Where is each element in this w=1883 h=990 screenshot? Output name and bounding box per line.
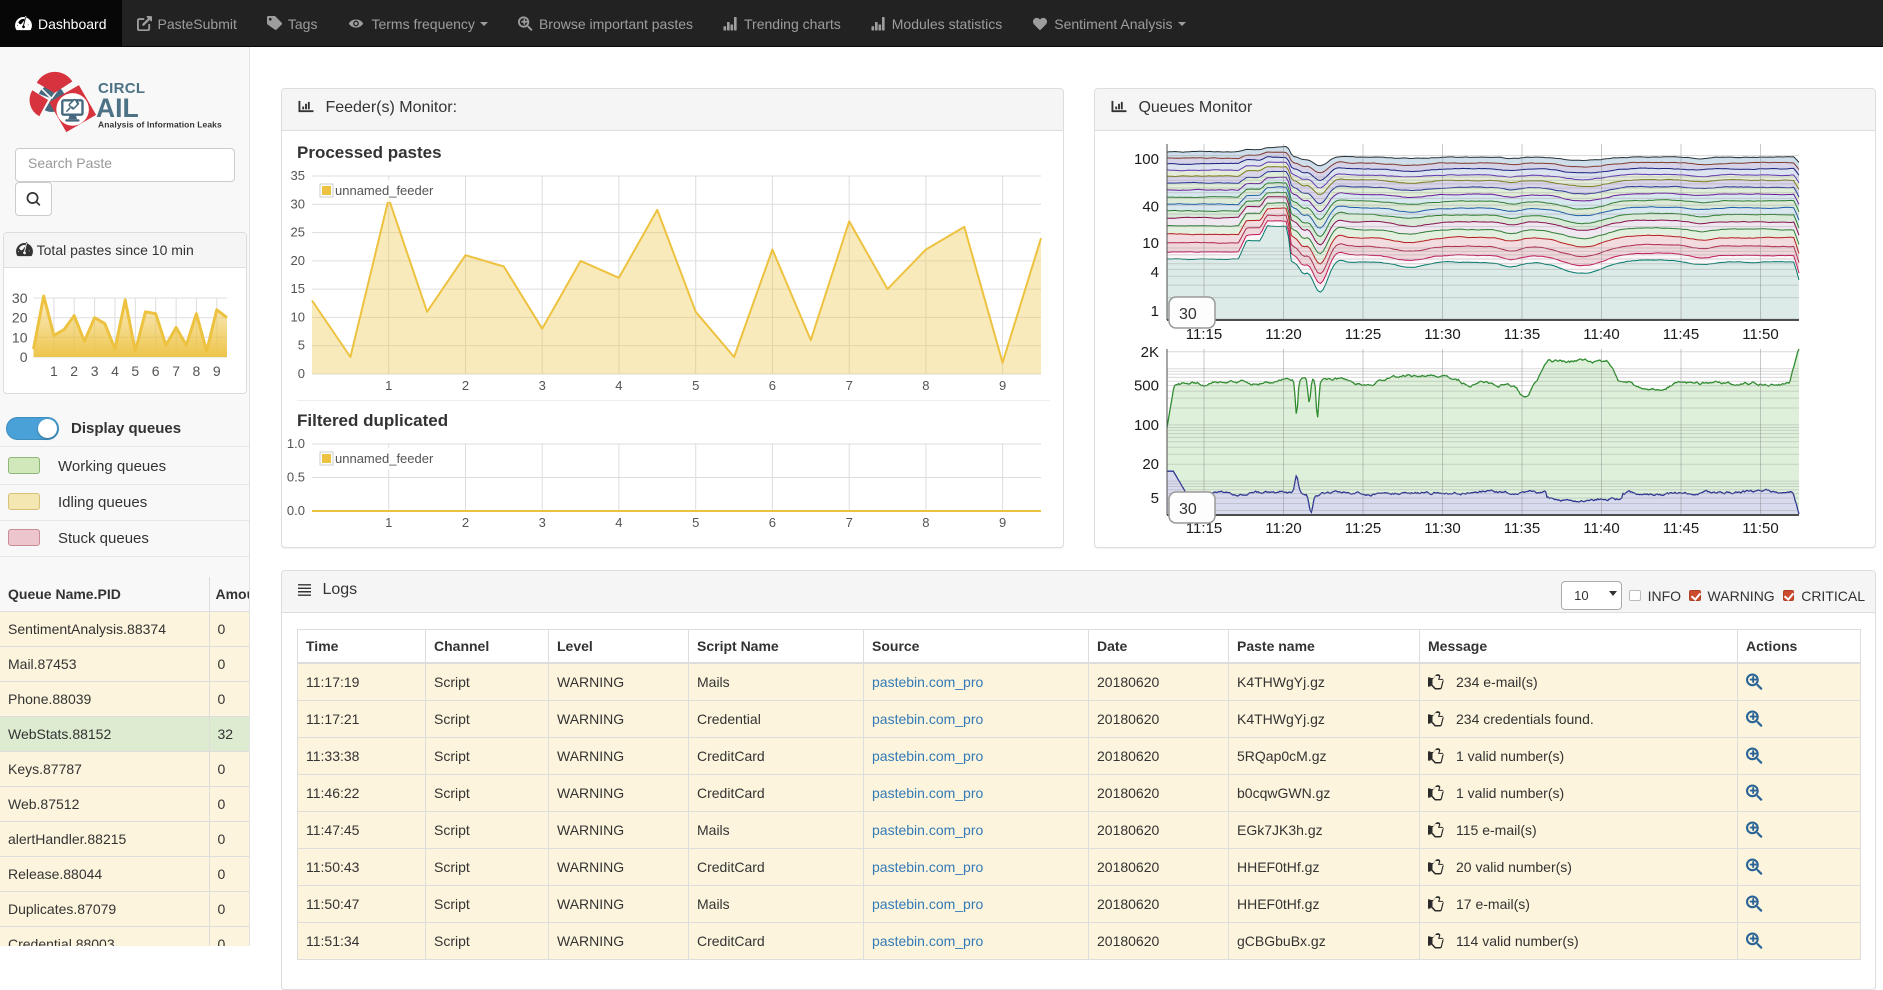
svg-text:10: 10 [291, 309, 305, 324]
svg-text:40: 40 [1142, 199, 1159, 216]
svg-text:0.5: 0.5 [287, 470, 305, 485]
svg-text:11:45: 11:45 [1663, 326, 1699, 341]
svg-text:11:25: 11:25 [1345, 326, 1381, 341]
svg-text:1: 1 [385, 515, 392, 530]
svg-text:unnamed_feeder: unnamed_feeder [335, 183, 434, 198]
svg-text:11:50: 11:50 [1742, 520, 1778, 537]
svg-text:100: 100 [1134, 151, 1159, 168]
svg-text:4: 4 [1151, 264, 1159, 281]
svg-text:9: 9 [999, 378, 1006, 393]
svg-text:9: 9 [999, 515, 1006, 530]
svg-text:0.0: 0.0 [287, 503, 305, 518]
svg-text:10: 10 [12, 329, 28, 345]
svg-text:11:30: 11:30 [1424, 520, 1460, 537]
svg-text:35: 35 [291, 168, 305, 183]
svg-text:6: 6 [769, 378, 776, 393]
svg-text:11:35: 11:35 [1504, 520, 1540, 537]
svg-text:10: 10 [1142, 235, 1159, 252]
svg-text:4: 4 [615, 378, 622, 393]
svg-text:11:20: 11:20 [1265, 520, 1301, 537]
svg-text:7: 7 [846, 515, 853, 530]
svg-text:3: 3 [539, 515, 546, 530]
svg-text:0: 0 [20, 349, 28, 365]
svg-text:30: 30 [12, 290, 28, 306]
svg-text:500: 500 [1134, 378, 1159, 395]
svg-text:7: 7 [172, 363, 180, 379]
svg-text:30: 30 [1179, 501, 1197, 518]
svg-text:unnamed_feeder: unnamed_feeder [335, 451, 434, 466]
svg-text:1: 1 [1151, 303, 1159, 320]
svg-text:20: 20 [291, 253, 305, 268]
svg-text:11:20: 11:20 [1265, 326, 1301, 341]
svg-text:7: 7 [846, 378, 853, 393]
svg-text:11:35: 11:35 [1504, 326, 1540, 341]
svg-text:6: 6 [152, 363, 160, 379]
svg-text:Analysis of Information Leaks: Analysis of Information Leaks [98, 120, 222, 130]
svg-text:20: 20 [1142, 456, 1159, 473]
svg-text:0: 0 [298, 366, 305, 381]
svg-text:5: 5 [1151, 490, 1159, 507]
svg-text:30: 30 [1179, 306, 1197, 323]
svg-text:5: 5 [131, 363, 139, 379]
svg-text:5: 5 [298, 338, 305, 353]
svg-text:11:45: 11:45 [1663, 520, 1699, 537]
svg-text:11:25: 11:25 [1345, 520, 1381, 537]
svg-text:20: 20 [12, 310, 28, 326]
svg-text:11:40: 11:40 [1583, 520, 1619, 537]
svg-text:8: 8 [922, 378, 929, 393]
svg-text:3: 3 [91, 363, 99, 379]
svg-text:15: 15 [291, 281, 305, 296]
svg-text:1: 1 [50, 363, 58, 379]
svg-text:AIL: AIL [96, 93, 139, 123]
svg-text:25: 25 [291, 225, 305, 240]
svg-text:11:40: 11:40 [1583, 326, 1619, 341]
svg-text:5: 5 [692, 515, 699, 530]
svg-text:1: 1 [385, 378, 392, 393]
svg-text:8: 8 [193, 363, 201, 379]
svg-text:3: 3 [539, 378, 546, 393]
svg-text:2: 2 [70, 363, 78, 379]
svg-text:4: 4 [615, 515, 622, 530]
svg-text:11:30: 11:30 [1424, 326, 1460, 341]
svg-text:1.0: 1.0 [287, 438, 305, 451]
svg-text:11:50: 11:50 [1742, 326, 1778, 341]
svg-text:5: 5 [692, 378, 699, 393]
svg-text:9: 9 [213, 363, 221, 379]
svg-text:2K: 2K [1141, 345, 1159, 361]
svg-text:8: 8 [922, 515, 929, 530]
svg-text:30: 30 [291, 196, 305, 211]
svg-text:100: 100 [1134, 417, 1159, 434]
svg-text:2: 2 [462, 378, 469, 393]
svg-text:6: 6 [769, 515, 776, 530]
svg-text:4: 4 [111, 363, 119, 379]
svg-text:2: 2 [462, 515, 469, 530]
